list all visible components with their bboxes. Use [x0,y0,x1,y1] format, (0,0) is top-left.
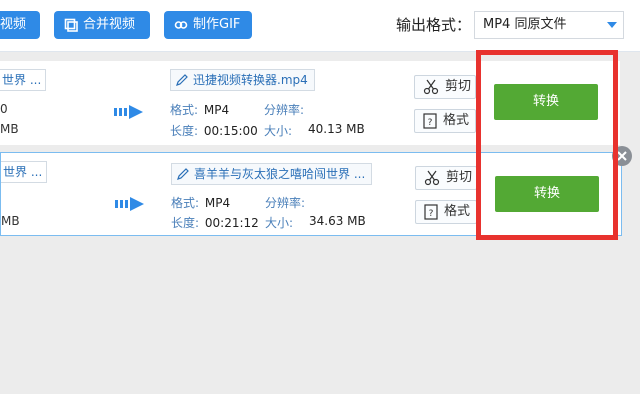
arrow-right-icon [114,105,143,119]
make-gif-button[interactable]: 制作GIF [164,11,252,39]
size-key: 大小: [264,124,293,138]
size-value: 34.63 MB [309,214,366,228]
output-file-name-text: 迅捷视频转换器.mp4 [193,73,308,87]
link-icon [174,21,188,29]
format-button-label: 格式 [443,113,470,128]
remove-row-button[interactable] [612,146,632,166]
close-icon [617,151,627,161]
format-value: MP4 [204,196,231,210]
file-row: 世界 ... MB 喜羊羊与灰太狼之嘻哈闯世界 ... 格式: MP4 分辨率:… [0,152,622,236]
source-info-line: MB [1,214,20,228]
format-button[interactable]: ? 格式 [414,109,476,133]
format-value: MP4 [203,103,230,117]
output-format-info: 格式: MP4 分辨率: [171,194,305,211]
convert-button[interactable]: 转换 [495,176,599,212]
length-value: 00:15:00 [203,124,258,138]
resolution-key: 分辨率: [265,196,306,210]
scissors-icon [423,79,439,95]
format-key: 格式: [171,196,200,210]
svg-text:?: ? [429,209,434,219]
output-length-info: 长度: 00:21:12 大小: 34.63 MB [171,214,366,231]
pencil-icon [177,168,189,180]
output-format-info: 格式: MP4 分辨率: [170,101,304,118]
merge-video-label: 合并视频 [83,17,136,32]
format-key: 格式: [170,103,199,117]
cut-button-label: 剪切 [446,170,473,185]
convert-button[interactable]: 转换 [494,84,598,120]
output-file-name[interactable]: 迅捷视频转换器.mp4 [170,69,315,91]
resolution-key: 分辨率: [264,103,305,117]
cut-button-label: 剪切 [445,79,472,94]
merge-video-button[interactable]: 合并视频 [54,11,150,39]
output-format-value: MP4 同原文件 [483,17,567,32]
size-value: 40.13 MB [308,122,365,136]
video-button[interactable]: 视频 [0,11,40,39]
output-length-info: 长度: 00:15:00 大小: 40.13 MB [170,122,365,139]
output-file-name-text: 喜羊羊与灰太狼之嘻哈闯世界 ... [194,167,366,181]
size-key: 大小: [265,216,294,230]
length-key: 长度: [170,124,199,138]
cut-button[interactable]: 剪切 [414,75,476,99]
toolbar: 视频 合并视频 制作GIF 输出格式： MP4 同原文件 [0,0,640,52]
source-info-line: 0 [0,102,8,116]
merge-icon [64,18,78,32]
output-file-name[interactable]: 喜羊羊与灰太狼之嘻哈闯世界 ... [171,163,373,185]
video-button-label: 视频 [0,17,27,32]
file-question-icon: ? [423,113,437,129]
scissors-icon [424,170,440,186]
arrow-right-icon [115,197,144,211]
source-file-name[interactable]: 世界 ... [0,69,46,91]
pencil-icon [176,74,188,86]
format-button[interactable]: ? 格式 [415,200,477,224]
make-gif-label: 制作GIF [193,17,241,32]
file-row: 世界 ... 0 MB 迅捷视频转换器.mp4 格式: MP4 分辨率: 长度:… [0,61,620,145]
svg-text:?: ? [428,118,433,128]
length-key: 长度: [171,216,200,230]
source-file-name[interactable]: 世界 ... [1,161,47,183]
cut-button[interactable]: 剪切 [415,166,477,190]
format-button-label: 格式 [444,204,471,219]
chevron-down-icon [607,22,617,28]
file-question-icon: ? [424,204,438,220]
source-info-line: MB [0,122,19,136]
length-value: 00:21:12 [204,216,259,230]
output-format-select[interactable]: MP4 同原文件 [474,11,624,39]
output-format-label: 输出格式： [396,16,472,34]
